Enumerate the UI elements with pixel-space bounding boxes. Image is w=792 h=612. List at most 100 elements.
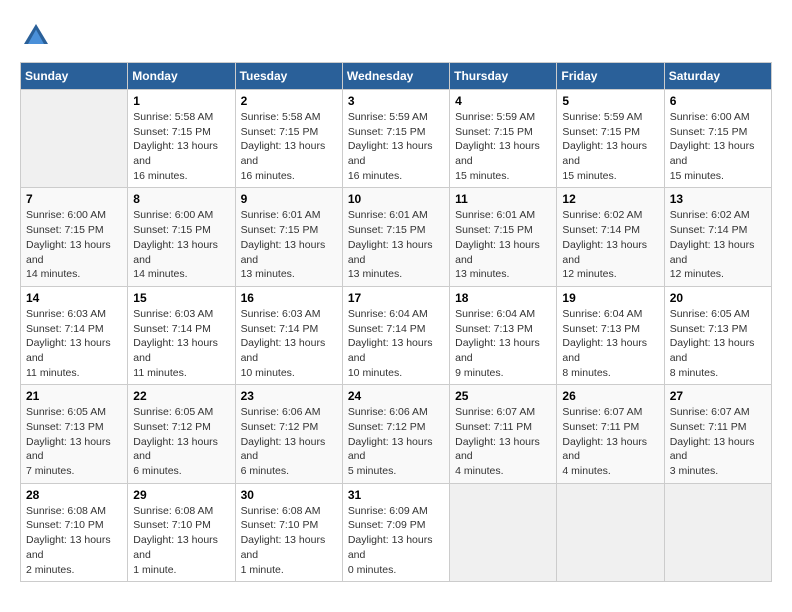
day-of-week-header: Thursday — [450, 63, 557, 90]
cell-info: Sunrise: 6:03 AMSunset: 7:14 PMDaylight:… — [26, 307, 122, 380]
calendar-cell: 18 Sunrise: 6:04 AMSunset: 7:13 PMDayligh… — [450, 286, 557, 384]
cell-info: Sunrise: 6:04 AMSunset: 7:13 PMDaylight:… — [455, 307, 551, 380]
day-number: 2 — [241, 94, 337, 108]
day-number: 27 — [670, 389, 766, 403]
day-number: 13 — [670, 192, 766, 206]
cell-info: Sunrise: 6:01 AMSunset: 7:15 PMDaylight:… — [455, 208, 551, 281]
calendar-cell: 28 Sunrise: 6:08 AMSunset: 7:10 PMDayligh… — [21, 483, 128, 581]
cell-info: Sunrise: 6:08 AMSunset: 7:10 PMDaylight:… — [133, 504, 229, 577]
calendar-cell: 21 Sunrise: 6:05 AMSunset: 7:13 PMDayligh… — [21, 385, 128, 483]
calendar-cell — [664, 483, 771, 581]
calendar-cell — [21, 90, 128, 188]
calendar-cell: 11 Sunrise: 6:01 AMSunset: 7:15 PMDayligh… — [450, 188, 557, 286]
day-number: 25 — [455, 389, 551, 403]
calendar-cell: 4Sunrise: 5:59 AMSunset: 7:15 PMDaylight… — [450, 90, 557, 188]
calendar-cell: 23Sunrise: 6:06 AMSunset: 7:12 PMDayligh… — [235, 385, 342, 483]
cell-info: Sunrise: 6:06 AMSunset: 7:12 PMDaylight:… — [241, 405, 337, 478]
calendar-cell: 24Sunrise: 6:06 AMSunset: 7:12 PMDayligh… — [342, 385, 449, 483]
calendar-cell — [450, 483, 557, 581]
cell-info: Sunrise: 6:03 AMSunset: 7:14 PMDaylight:… — [133, 307, 229, 380]
day-number: 18 — [455, 291, 551, 305]
day-number: 7 — [26, 192, 122, 206]
calendar-cell: 13Sunrise: 6:02 AMSunset: 7:14 PMDayligh… — [664, 188, 771, 286]
calendar-cell: 29Sunrise: 6:08 AMSunset: 7:10 PMDayligh… — [128, 483, 235, 581]
day-number: 26 — [562, 389, 658, 403]
calendar-cell: 20 Sunrise: 6:05 AMSunset: 7:13 PMDayligh… — [664, 286, 771, 384]
cell-info: Sunrise: 6:04 AMSunset: 7:13 PMDaylight:… — [562, 307, 658, 380]
page-header — [20, 20, 772, 52]
calendar-cell: 9 Sunrise: 6:01 AMSunset: 7:15 PMDaylight… — [235, 188, 342, 286]
calendar-cell: 16 Sunrise: 6:03 AMSunset: 7:14 PMDayligh… — [235, 286, 342, 384]
cell-info: Sunrise: 6:04 AMSunset: 7:14 PMDaylight:… — [348, 307, 444, 380]
calendar-week-row: 7Sunrise: 6:00 AMSunset: 7:15 PMDaylight… — [21, 188, 772, 286]
calendar-cell: 14Sunrise: 6:03 AMSunset: 7:14 PMDayligh… — [21, 286, 128, 384]
day-number: 31 — [348, 488, 444, 502]
calendar-cell: 15 Sunrise: 6:03 AMSunset: 7:14 PMDayligh… — [128, 286, 235, 384]
day-number: 9 — [241, 192, 337, 206]
calendar-cell: 7Sunrise: 6:00 AMSunset: 7:15 PMDaylight… — [21, 188, 128, 286]
calendar-cell: 22 Sunrise: 6:05 AMSunset: 7:12 PMDayligh… — [128, 385, 235, 483]
day-of-week-header: Saturday — [664, 63, 771, 90]
calendar-cell: 6 Sunrise: 6:00 AMSunset: 7:15 PMDaylight… — [664, 90, 771, 188]
calendar-cell: 31 Sunrise: 6:09 AMSunset: 7:09 PMDayligh… — [342, 483, 449, 581]
calendar-cell: 10Sunrise: 6:01 AMSunset: 7:15 PMDayligh… — [342, 188, 449, 286]
cell-info: Sunrise: 6:07 AMSunset: 7:11 PMDaylight:… — [455, 405, 551, 478]
cell-info: Sunrise: 6:07 AMSunset: 7:11 PMDaylight:… — [562, 405, 658, 478]
cell-info: Sunrise: 5:59 AMSunset: 7:15 PMDaylight:… — [348, 110, 444, 183]
calendar-cell: 8Sunrise: 6:00 AMSunset: 7:15 PMDaylight… — [128, 188, 235, 286]
day-number: 30 — [241, 488, 337, 502]
calendar-table: SundayMondayTuesdayWednesdayThursdayFrid… — [20, 62, 772, 582]
cell-info: Sunrise: 6:08 AMSunset: 7:10 PMDaylight:… — [26, 504, 122, 577]
day-of-week-header: Monday — [128, 63, 235, 90]
day-number: 21 — [26, 389, 122, 403]
cell-info: Sunrise: 5:58 AMSunset: 7:15 PMDaylight:… — [133, 110, 229, 183]
calendar-cell — [557, 483, 664, 581]
day-number: 8 — [133, 192, 229, 206]
calendar-cell: 19 Sunrise: 6:04 AMSunset: 7:13 PMDayligh… — [557, 286, 664, 384]
day-number: 15 — [133, 291, 229, 305]
day-number: 5 — [562, 94, 658, 108]
cell-info: Sunrise: 6:09 AMSunset: 7:09 PMDaylight:… — [348, 504, 444, 577]
cell-info: Sunrise: 6:03 AMSunset: 7:14 PMDaylight:… — [241, 307, 337, 380]
calendar-week-row: 1 Sunrise: 5:58 AMSunset: 7:15 PMDaylight… — [21, 90, 772, 188]
calendar-cell: 27 Sunrise: 6:07 AMSunset: 7:11 PMDayligh… — [664, 385, 771, 483]
cell-info: Sunrise: 6:00 AMSunset: 7:15 PMDaylight:… — [670, 110, 766, 183]
day-number: 12 — [562, 192, 658, 206]
calendar-cell: 12Sunrise: 6:02 AMSunset: 7:14 PMDayligh… — [557, 188, 664, 286]
calendar-cell: 2Sunrise: 5:58 AMSunset: 7:15 PMDaylight… — [235, 90, 342, 188]
calendar-cell: 17Sunrise: 6:04 AMSunset: 7:14 PMDayligh… — [342, 286, 449, 384]
day-number: 16 — [241, 291, 337, 305]
calendar-week-row: 14Sunrise: 6:03 AMSunset: 7:14 PMDayligh… — [21, 286, 772, 384]
day-number: 20 — [670, 291, 766, 305]
calendar-header-row: SundayMondayTuesdayWednesdayThursdayFrid… — [21, 63, 772, 90]
day-number: 28 — [26, 488, 122, 502]
day-of-week-header: Sunday — [21, 63, 128, 90]
day-of-week-header: Wednesday — [342, 63, 449, 90]
cell-info: Sunrise: 6:05 AMSunset: 7:13 PMDaylight:… — [26, 405, 122, 478]
cell-info: Sunrise: 5:59 AMSunset: 7:15 PMDaylight:… — [562, 110, 658, 183]
day-number: 19 — [562, 291, 658, 305]
day-number: 22 — [133, 389, 229, 403]
cell-info: Sunrise: 6:05 AMSunset: 7:13 PMDaylight:… — [670, 307, 766, 380]
calendar-cell: 30 Sunrise: 6:08 AMSunset: 7:10 PMDayligh… — [235, 483, 342, 581]
day-number: 4 — [455, 94, 551, 108]
day-number: 6 — [670, 94, 766, 108]
cell-info: Sunrise: 6:08 AMSunset: 7:10 PMDaylight:… — [241, 504, 337, 577]
calendar-cell: 25 Sunrise: 6:07 AMSunset: 7:11 PMDayligh… — [450, 385, 557, 483]
day-number: 3 — [348, 94, 444, 108]
day-number: 24 — [348, 389, 444, 403]
cell-info: Sunrise: 6:01 AMSunset: 7:15 PMDaylight:… — [348, 208, 444, 281]
logo-icon — [20, 20, 52, 52]
calendar-week-row: 21 Sunrise: 6:05 AMSunset: 7:13 PMDayligh… — [21, 385, 772, 483]
cell-info: Sunrise: 6:01 AMSunset: 7:15 PMDaylight:… — [241, 208, 337, 281]
calendar-cell: 26 Sunrise: 6:07 AMSunset: 7:11 PMDayligh… — [557, 385, 664, 483]
calendar-cell: 5 Sunrise: 5:59 AMSunset: 7:15 PMDaylight… — [557, 90, 664, 188]
logo — [20, 20, 56, 52]
cell-info: Sunrise: 6:05 AMSunset: 7:12 PMDaylight:… — [133, 405, 229, 478]
cell-info: Sunrise: 6:07 AMSunset: 7:11 PMDaylight:… — [670, 405, 766, 478]
day-number: 11 — [455, 192, 551, 206]
calendar-week-row: 28 Sunrise: 6:08 AMSunset: 7:10 PMDayligh… — [21, 483, 772, 581]
day-of-week-header: Tuesday — [235, 63, 342, 90]
day-number: 1 — [133, 94, 229, 108]
calendar-cell: 3 Sunrise: 5:59 AMSunset: 7:15 PMDaylight… — [342, 90, 449, 188]
